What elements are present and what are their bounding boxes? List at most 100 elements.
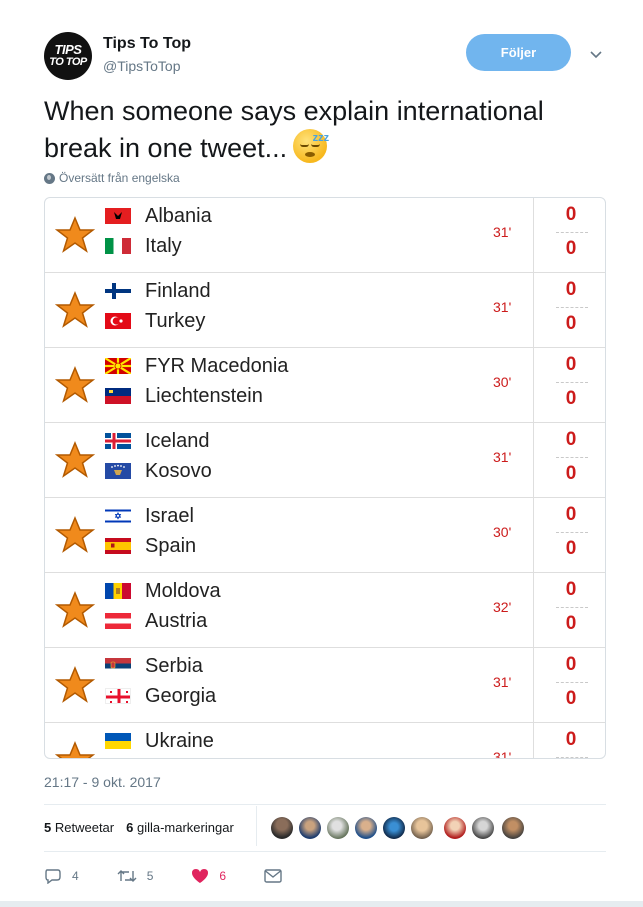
away-team-name: Spain xyxy=(145,534,197,557)
home-team-name: Ukraine xyxy=(145,729,214,752)
match-minute: 31' xyxy=(493,449,512,465)
match-minute: 31' xyxy=(493,299,512,315)
liker-avatar[interactable] xyxy=(502,817,524,839)
away-team: Georgia xyxy=(105,682,216,710)
away-team: Kosovo xyxy=(105,457,212,485)
stats-separator xyxy=(256,806,257,846)
home-score: 0 xyxy=(565,429,577,450)
envelope-icon xyxy=(264,869,282,883)
ukraine-flag-icon xyxy=(105,733,131,749)
kosovo-flag-icon xyxy=(105,463,131,479)
away-team-name: Kosovo xyxy=(145,459,212,482)
retweets-stat[interactable]: 5 Retweetar xyxy=(44,820,114,835)
match-minute: 31' xyxy=(493,224,512,240)
liker-avatar[interactable] xyxy=(355,817,377,839)
home-team: Iceland xyxy=(105,427,210,455)
retweet-icon xyxy=(117,870,137,882)
score-column: 0 xyxy=(533,723,605,758)
following-button[interactable]: Följer xyxy=(466,34,571,71)
star-icon xyxy=(55,666,95,703)
albania-flag-icon xyxy=(105,208,131,224)
home-team-name: Albania xyxy=(145,204,212,227)
liker-avatar[interactable] xyxy=(472,817,494,839)
georgia-flag-icon xyxy=(105,688,131,704)
home-team: Albania xyxy=(105,202,212,230)
match-row: FYR Macedonia Liechtenstein 30' 0 0 xyxy=(45,348,605,423)
away-score: 0 xyxy=(565,463,577,484)
macedonia-flag-icon xyxy=(105,358,131,374)
score-divider xyxy=(556,232,588,233)
away-team-name: Georgia xyxy=(145,684,217,707)
score-divider xyxy=(556,607,588,608)
score-column: 0 0 xyxy=(533,498,605,573)
like-action[interactable]: 6 xyxy=(191,868,226,884)
score-column: 0 0 xyxy=(533,198,605,273)
liker-avatar[interactable] xyxy=(271,817,293,839)
score-divider xyxy=(556,757,588,758)
match-list-image[interactable]: Albania Italy 31' 0 0 Finland Turkey 31'… xyxy=(44,197,606,759)
liker-avatar[interactable] xyxy=(327,817,349,839)
globe-icon xyxy=(44,172,55,184)
reply-action[interactable]: 4 xyxy=(44,868,79,884)
away-team-name: Turkey xyxy=(145,309,206,332)
avatar-logo-text-1: TIPS xyxy=(54,42,82,57)
home-score: 0 xyxy=(565,204,577,225)
match-minute: 30' xyxy=(493,524,512,540)
match-minute: 30' xyxy=(493,374,512,390)
home-team-name: Finland xyxy=(145,279,211,302)
chevron-down-icon[interactable] xyxy=(587,48,605,62)
divider xyxy=(44,804,606,805)
away-score: 0 xyxy=(565,613,577,634)
match-minute: 31' xyxy=(493,749,512,759)
match-row: Moldova Austria 32' 0 0 xyxy=(45,573,605,648)
score-column: 0 0 xyxy=(533,648,605,723)
heart-icon xyxy=(192,869,209,883)
match-minute: 32' xyxy=(493,599,512,615)
liechtenstein-flag-icon xyxy=(105,388,131,404)
tweet-timestamp[interactable]: 21:17 - 9 okt. 2017 xyxy=(44,774,161,790)
translate-link[interactable]: Översätt från engelska xyxy=(44,171,180,185)
home-team-name: Israel xyxy=(145,504,194,527)
likes-stat[interactable]: 6 gilla-markeringar xyxy=(126,820,234,835)
away-team-name: Liechtenstein xyxy=(145,384,263,407)
likes-count: 6 xyxy=(126,820,134,835)
liker-avatar[interactable] xyxy=(299,817,321,839)
away-team: Liechtenstein xyxy=(105,382,263,410)
liker-avatar[interactable] xyxy=(411,817,433,839)
star-icon xyxy=(55,591,95,628)
home-score: 0 xyxy=(565,654,577,675)
away-score: 0 xyxy=(565,313,577,334)
retweet-action[interactable]: 5 xyxy=(117,869,153,883)
reply-count: 4 xyxy=(72,869,79,883)
avatar-logo-text-2: TO TOP xyxy=(49,56,87,68)
author-display-name[interactable]: Tips To Top xyxy=(103,35,191,53)
match-minute: 31' xyxy=(493,674,512,690)
match-row: Finland Turkey 31' 0 0 xyxy=(45,273,605,348)
home-team-name: Serbia xyxy=(145,654,203,677)
liker-avatar[interactable] xyxy=(444,817,466,839)
divider xyxy=(44,851,606,852)
home-team: Ukraine xyxy=(105,727,214,755)
home-team-name: Iceland xyxy=(145,429,210,452)
tweet-text: When someone says explain international … xyxy=(44,94,604,166)
match-row: Iceland Kosovo 31' 0 0 xyxy=(45,423,605,498)
retweets-label: Retweetar xyxy=(54,820,115,835)
home-team-name: Moldova xyxy=(145,579,221,602)
likes-label: gilla-markeringar xyxy=(136,820,234,835)
moldova-flag-icon xyxy=(105,583,131,599)
score-divider xyxy=(556,457,588,458)
israel-flag-icon xyxy=(105,508,131,524)
author-handle[interactable]: @TipsToTop xyxy=(103,58,181,74)
home-team: Israel xyxy=(105,502,194,530)
home-score: 0 xyxy=(565,504,577,525)
liker-avatar[interactable] xyxy=(383,817,405,839)
score-divider xyxy=(556,382,588,383)
iceland-flag-icon xyxy=(105,433,131,449)
away-score: 0 xyxy=(565,238,577,259)
author-avatar[interactable]: TIPS TO TOP xyxy=(44,32,92,80)
reply-icon xyxy=(45,869,61,884)
away-team-name: Austria xyxy=(145,609,208,632)
star-icon xyxy=(55,441,95,478)
direct-message-action[interactable] xyxy=(264,869,282,883)
score-divider xyxy=(556,307,588,308)
